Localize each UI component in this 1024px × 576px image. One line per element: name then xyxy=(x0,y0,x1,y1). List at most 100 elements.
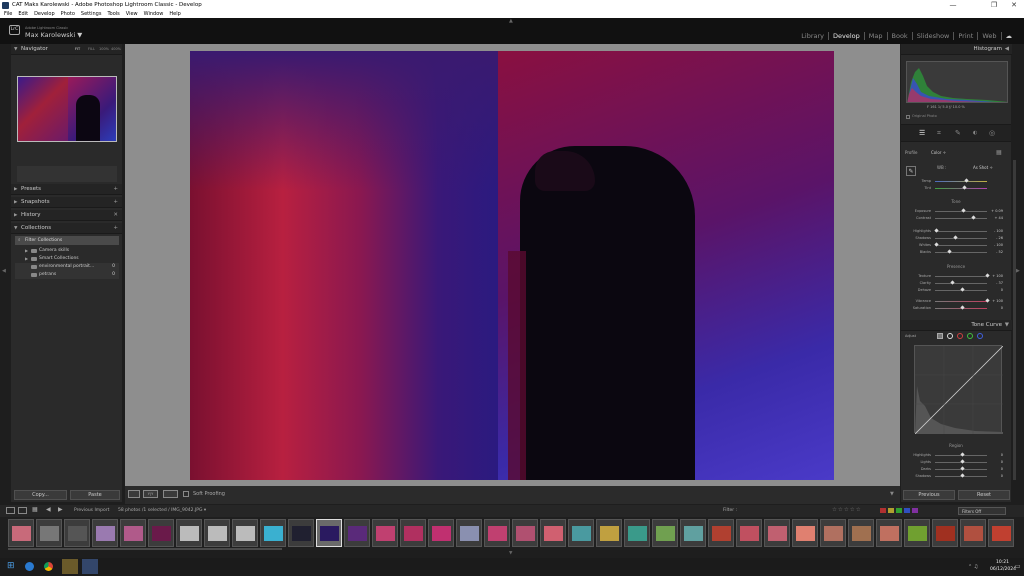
filmstrip-thumbnail[interactable] xyxy=(820,519,846,547)
exposure-slider[interactable]: Exposure + 0.09 xyxy=(905,208,1005,214)
edit-sliders-icon[interactable]: ☰ xyxy=(919,129,925,137)
close-button[interactable]: ✕ xyxy=(1004,0,1024,10)
paste-button[interactable]: Paste xyxy=(70,490,120,500)
add-collection-icon[interactable]: + xyxy=(113,223,118,234)
filmstrip-thumbnail[interactable] xyxy=(36,519,62,547)
filmstrip-thumbnail[interactable] xyxy=(876,519,902,547)
zoom-fit[interactable]: FIT xyxy=(75,44,80,55)
navigator-preview[interactable] xyxy=(17,76,117,142)
loupe-view-icon[interactable] xyxy=(128,490,140,498)
filmstrip-thumbnail[interactable] xyxy=(708,519,734,547)
filmstrip-thumbnail[interactable] xyxy=(904,519,930,547)
original-photo-checkbox[interactable] xyxy=(906,115,910,119)
filmstrip-thumbnail[interactable] xyxy=(988,519,1014,547)
edge-icon[interactable] xyxy=(25,562,34,571)
menu-settings[interactable]: Settings xyxy=(81,11,102,17)
lightroom-taskbar-icon[interactable] xyxy=(82,559,98,574)
menu-file[interactable]: File xyxy=(4,11,12,17)
module-develop[interactable]: Develop xyxy=(829,32,865,40)
curve-highlights-slider[interactable]: Highlights 0 xyxy=(905,452,1005,458)
snapshots-header[interactable]: ▶ Snapshots + xyxy=(11,197,122,208)
module-library[interactable]: Library xyxy=(797,32,830,40)
second-window-icon[interactable] xyxy=(18,507,27,514)
filmstrip-thumbnail[interactable] xyxy=(736,519,762,547)
filmstrip-thumbnail[interactable] xyxy=(596,519,622,547)
filmstrip-thumbnail[interactable] xyxy=(148,519,174,547)
collections-header[interactable]: ▼ Collections + xyxy=(11,223,122,234)
windows-start-icon[interactable]: ⊞ xyxy=(7,561,15,571)
star-rating-filter[interactable]: ☆☆☆☆☆ xyxy=(832,507,862,513)
before-after-options-icon[interactable] xyxy=(163,490,178,498)
filmstrip-thumbnail[interactable] xyxy=(652,519,678,547)
masking-icon[interactable]: ◐ xyxy=(973,130,977,136)
color-label-green[interactable] xyxy=(896,508,902,513)
curve-lights-slider[interactable]: Lights 0 xyxy=(905,459,1005,465)
collection-item[interactable]: ▶ Smart Collections xyxy=(15,255,119,263)
filters-off-dropdown[interactable]: Filters Off xyxy=(958,507,1006,515)
add-preset-icon[interactable]: + xyxy=(113,184,118,195)
filmstrip-thumbnail[interactable] xyxy=(204,519,230,547)
module-map[interactable]: Map xyxy=(865,32,888,40)
curve-shadows-slider[interactable]: Shadows 0 xyxy=(905,473,1005,479)
filmstrip-thumbnail[interactable] xyxy=(8,519,34,547)
copy-button[interactable]: Copy... xyxy=(14,490,67,500)
back-arrow-icon[interactable]: ◀ xyxy=(46,506,51,513)
point-curve-green-icon[interactable] xyxy=(967,333,973,339)
tone-curve-header[interactable]: Tone Curve ▼ xyxy=(901,320,1012,331)
point-curve-white-icon[interactable] xyxy=(947,333,953,339)
add-snapshot-icon[interactable]: + xyxy=(113,197,118,208)
right-panel-toggle-icon[interactable]: ▶ xyxy=(1016,268,1020,274)
previous-button[interactable]: Previous xyxy=(903,490,955,500)
filmstrip-thumbnail[interactable] xyxy=(316,519,342,547)
filmstrip-thumbnail[interactable] xyxy=(764,519,790,547)
redeye-icon[interactable]: ◎ xyxy=(989,129,995,137)
filmstrip-thumbnail[interactable] xyxy=(92,519,118,547)
module-print[interactable]: Print xyxy=(954,32,979,40)
clear-history-icon[interactable]: ✕ xyxy=(113,210,118,221)
point-curve-red-icon[interactable] xyxy=(957,333,963,339)
filmstrip-thumbnail[interactable] xyxy=(456,519,482,547)
reset-button[interactable]: Reset xyxy=(958,490,1010,500)
tint-slider[interactable]: Tint xyxy=(905,185,1005,191)
history-header[interactable]: ▶ History ✕ xyxy=(11,210,122,221)
toolbar-menu-icon[interactable]: ▼ xyxy=(890,491,894,497)
filmstrip-thumbnail[interactable] xyxy=(792,519,818,547)
collection-item[interactable]: petrans 0 xyxy=(15,271,119,279)
profile-dropdown[interactable]: Color ÷ xyxy=(931,150,946,155)
filmstrip-thumbnail[interactable] xyxy=(680,519,706,547)
shadows-slider[interactable]: Shadows - 26 xyxy=(905,235,1005,241)
menu-develop[interactable]: Develop xyxy=(34,11,55,17)
module-book[interactable]: Book xyxy=(888,32,913,40)
menu-edit[interactable]: Edit xyxy=(18,11,28,17)
color-label-purple[interactable] xyxy=(912,508,918,513)
filmstrip-thumbnail[interactable] xyxy=(64,519,90,547)
system-tray-icons[interactable]: ⌃ ♫ xyxy=(968,564,978,570)
zoom-100[interactable]: 100% xyxy=(99,44,109,55)
filmstrip-thumbnail[interactable] xyxy=(932,519,958,547)
healing-icon[interactable]: ✎ xyxy=(955,129,961,137)
main-photo[interactable] xyxy=(190,51,834,480)
maximize-button[interactable]: ❐ xyxy=(984,0,1004,10)
collection-item[interactable]: ▶ Camera skills xyxy=(15,247,119,255)
wb-eyedropper-icon[interactable]: ✎ xyxy=(906,166,916,176)
filmstrip-source[interactable]: Previous Import xyxy=(74,508,109,513)
filmstrip-thumbnail[interactable] xyxy=(540,519,566,547)
color-label-red[interactable] xyxy=(880,508,886,513)
vibrance-slider[interactable]: Vibrance + 100 xyxy=(905,298,1005,304)
temp-slider[interactable]: Temp xyxy=(905,178,1005,184)
zoom-fill[interactable]: FILL xyxy=(88,44,95,55)
collection-item[interactable]: environmental portrait... 0 xyxy=(15,263,119,271)
chrome-icon[interactable] xyxy=(44,562,53,571)
texture-slider[interactable]: Texture + 100 xyxy=(905,273,1005,279)
clarity-slider[interactable]: Clarity - 37 xyxy=(905,280,1005,286)
dehaze-slider[interactable]: Dehaze 0 xyxy=(905,287,1005,293)
forward-arrow-icon[interactable]: ▶ xyxy=(58,506,63,513)
grid-view-icon[interactable]: ▦ xyxy=(32,506,38,513)
menu-view[interactable]: View xyxy=(126,11,138,17)
filmstrip-thumbnail[interactable] xyxy=(232,519,258,547)
blacks-slider[interactable]: Blacks - 52 xyxy=(905,249,1005,255)
contrast-slider[interactable]: Contrast + 44 xyxy=(905,215,1005,221)
module-slideshow[interactable]: Slideshow xyxy=(913,32,955,40)
right-panel-scrollbar[interactable] xyxy=(1013,160,1016,480)
left-panel-toggle-icon[interactable]: ◀ xyxy=(2,268,6,274)
